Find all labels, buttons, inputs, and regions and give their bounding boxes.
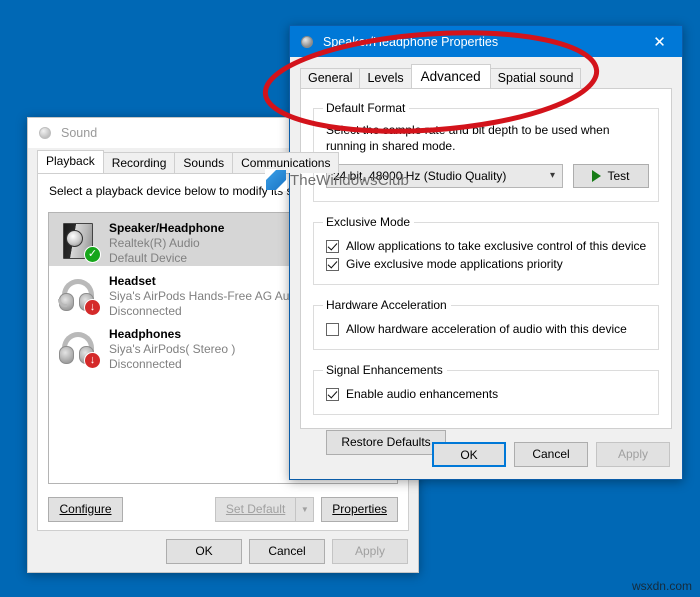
advanced-tab-panel: Default Format Select the sample rate an… [300,88,672,455]
tab-advanced[interactable]: Advanced [410,64,491,88]
properties-dialog-footer: OK Cancel Apply [290,429,682,479]
device-status: Disconnected [109,357,182,371]
default-format-legend: Default Format [326,101,406,115]
hardware-acceleration-checkbox[interactable] [326,322,339,336]
properties-tabstrip[interactable]: General Levels Advanced Spatial sound [300,64,682,88]
exclusive-mode-group: Exclusive Mode Allow applications to tak… [313,215,659,285]
exclusive-mode-legend: Exclusive Mode [326,215,411,229]
headset-device-icon: ↓ [57,273,101,317]
set-default-split-button[interactable]: Set Default ▼ [214,496,315,522]
configure-button[interactable]: Configure [48,496,123,522]
thewindowsclub-logo-icon [266,170,286,190]
set-default-button[interactable]: Set Default [214,496,296,522]
properties-button[interactable]: Properties [321,496,398,522]
exclusive-priority-checkbox[interactable] [326,257,339,271]
tab-spatial-sound[interactable]: Spatial sound [489,68,582,88]
tab-recording[interactable]: Recording [102,152,176,173]
watermark-thewindowsclub: TheWindowsClub [266,170,409,190]
device-name: Headphones [109,327,182,341]
hardware-acceleration-checkbox-row[interactable]: Allow hardware acceleration of audio wit… [326,322,649,336]
device-driver: Siya's AirPods( Stereo ) [109,342,236,356]
sound-ok-button[interactable]: OK [166,539,242,564]
exclusive-control-label: Allow applications to take exclusive con… [346,239,647,253]
sound-apply-button: Apply [332,539,408,564]
hardware-acceleration-legend: Hardware Acceleration [326,298,447,312]
audio-enhancements-checkbox[interactable] [326,387,339,401]
tab-playback[interactable]: Playback [37,150,104,173]
device-status: Disconnected [109,304,182,318]
sound-window-footer: OK Cancel Apply [28,531,418,572]
test-button-label: Test [607,169,630,183]
playback-action-row: Configure Set Default ▼ Properties [38,495,408,523]
default-format-description: Select the sample rate and bit depth to … [326,123,610,153]
check-badge: ✓ [84,246,101,263]
device-name: Headset [109,274,156,288]
speaker-icon [299,34,315,50]
close-icon[interactable]: ✕ [637,26,682,57]
play-icon [592,170,602,182]
chevron-down-icon[interactable]: ▼ [295,496,315,522]
properties-ok-button[interactable]: OK [432,441,506,467]
device-text-block: Speaker/Headphone Realtek(R) Audio Defau… [109,220,224,266]
properties-dialog-body: General Levels Advanced Spatial sound De… [290,57,682,479]
device-status: Default Device [109,251,188,265]
sound-cancel-button[interactable]: Cancel [249,539,325,564]
tab-sounds[interactable]: Sounds [174,152,234,173]
device-text-block: Headset Siya's AirPods Hands-Free AG Aud… [109,273,299,319]
watermark-site: wsxdn.com [631,579,692,593]
audio-enhancements-label: Enable audio enhancements [346,387,499,401]
audio-enhancements-checkbox-row[interactable]: Enable audio enhancements [326,387,649,401]
hardware-acceleration-group: Hardware Acceleration Allow hardware acc… [313,298,659,350]
device-driver: Realtek(R) Audio [109,236,200,250]
properties-titlebar[interactable]: Speaker/Headphone Properties ✕ [290,26,682,57]
sound-window-title: Sound [61,126,98,140]
tab-general[interactable]: General [300,68,361,88]
exclusive-control-checkbox-row[interactable]: Allow applications to take exclusive con… [326,239,649,253]
exclusive-priority-checkbox-row[interactable]: Give exclusive mode applications priorit… [326,257,649,271]
exclusive-priority-label: Give exclusive mode applications priorit… [346,257,563,271]
speaker-device-icon: ✓ [57,220,101,264]
speaker-icon [37,125,53,141]
hardware-acceleration-label: Allow hardware acceleration of audio wit… [346,322,627,336]
properties-apply-button: Apply [596,441,670,467]
disconnected-badge: ↓ [84,299,101,316]
test-button[interactable]: Test [573,164,649,188]
properties-dialog-title: Speaker/Headphone Properties [323,34,499,49]
properties-cancel-button[interactable]: Cancel [514,441,588,467]
device-driver: Siya's AirPods Hands-Free AG Audi [109,289,299,303]
exclusive-control-checkbox[interactable] [326,239,339,253]
signal-enhancements-legend: Signal Enhancements [326,363,443,377]
headphones-device-icon: ↓ [57,326,101,370]
properties-dialog[interactable]: Speaker/Headphone Properties ✕ General L… [289,25,683,480]
tab-levels[interactable]: Levels [359,68,412,88]
signal-enhancements-group: Signal Enhancements Enable audio enhance… [313,363,659,415]
device-name: Speaker/Headphone [109,221,225,235]
device-text-block: Headphones Siya's AirPods( Stereo ) Disc… [109,326,235,372]
disconnected-badge: ↓ [84,352,101,369]
chevron-down-icon: ▾ [549,169,555,181]
watermark-text: TheWindowsClub [290,171,409,189]
